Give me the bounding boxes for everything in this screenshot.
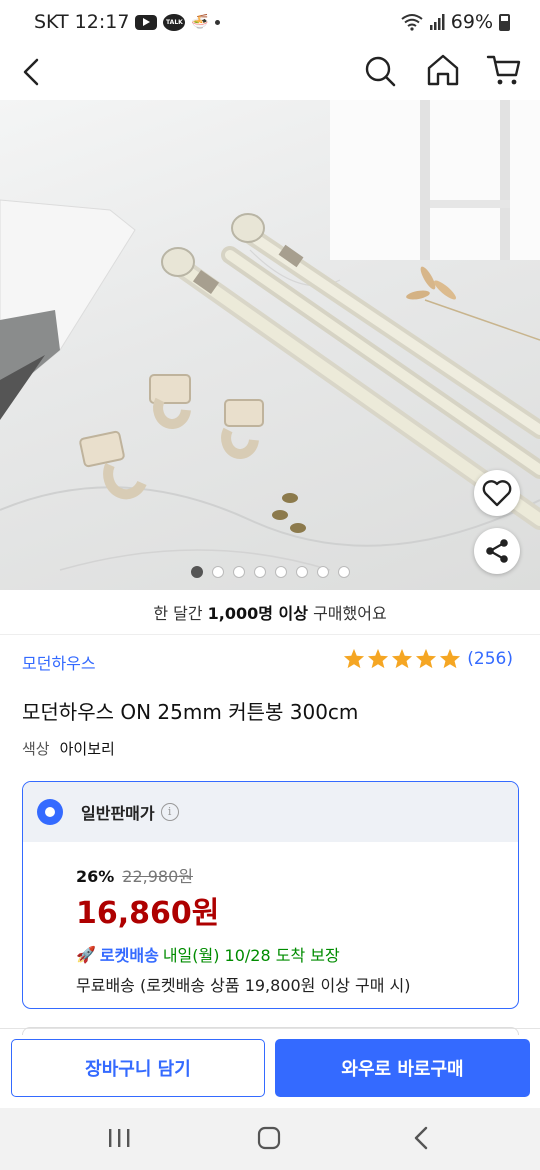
sold-suffix: 구매했어요 — [308, 604, 387, 623]
sold-prefix: 한 달간 — [153, 604, 208, 623]
brand-link[interactable]: 모던하우스 — [22, 650, 96, 674]
pager-dot[interactable] — [232, 566, 245, 578]
discount-rate: 26% — [76, 867, 115, 886]
buy-now-button[interactable]: 와우로 바로구매 — [275, 1039, 530, 1097]
kakaotalk-notification-icon: TALK — [163, 13, 186, 31]
sold-count: 1,000명 이상 — [207, 604, 308, 623]
price-option-card[interactable]: 일반판매가 i 26% 22,980원 16,860원 🚀 로켓배송 내일(월)… — [22, 781, 519, 1009]
recent-apps-icon[interactable] — [106, 1126, 132, 1150]
info-icon[interactable]: i — [160, 803, 179, 821]
product-title: 모던하우스 ON 25mm 커튼봉 300cm — [22, 700, 359, 724]
delivery-estimate: 내일(월) 10/28 도착 보장 — [162, 946, 340, 965]
star-icon — [368, 648, 389, 669]
rocket-delivery-label: 로켓배송 — [99, 946, 159, 965]
back-arrow-icon[interactable] — [18, 56, 46, 88]
youtube-notification-icon — [135, 14, 158, 30]
pager-dot[interactable] — [316, 566, 329, 578]
carrier-text: SKT — [34, 11, 69, 33]
original-price: 22,980원 — [122, 867, 194, 886]
price-option-header[interactable]: 일반판매가 i — [23, 782, 518, 842]
home-icon[interactable] — [425, 53, 461, 87]
more-notifications-icon — [214, 19, 220, 25]
pager-dot[interactable] — [295, 566, 308, 578]
divider — [0, 634, 540, 635]
discount-row: 26% 22,980원 — [76, 863, 193, 887]
free-shipping-text: 무료배송 (로켓배송 상품 19,800원 이상 구매 시) — [76, 976, 411, 995]
food-notification-icon: 🍜 — [191, 14, 209, 30]
option-row: 색상 아이보리 — [22, 738, 115, 759]
pager-dot[interactable] — [190, 566, 203, 578]
back-nav-icon[interactable] — [410, 1125, 434, 1151]
star-icon — [416, 648, 437, 669]
rating-summary[interactable]: (256) — [343, 648, 513, 669]
star-icon — [344, 648, 365, 669]
pager-dot[interactable] — [211, 566, 224, 578]
final-price: 16,860원 — [76, 896, 220, 931]
carousel-pager[interactable] — [0, 566, 540, 578]
share-icon — [486, 539, 508, 563]
star-icon — [392, 648, 413, 669]
clock-text: 12:17 — [74, 11, 130, 33]
rocket-delivery-row: 🚀 로켓배송 내일(월) 10/28 도착 보장 — [76, 942, 340, 966]
pager-dot[interactable] — [337, 566, 350, 578]
signal-icon — [429, 14, 445, 30]
add-to-cart-button[interactable]: 장바구니 담기 — [11, 1039, 265, 1097]
pager-dot[interactable] — [274, 566, 287, 578]
battery-icon — [499, 13, 510, 31]
battery-percent: 69% — [450, 11, 493, 33]
wishlist-button[interactable] — [474, 470, 520, 516]
option-value: 아이보리 — [59, 740, 115, 758]
wifi-icon — [401, 14, 423, 31]
star-icon — [440, 648, 461, 669]
system-navigation-bar — [0, 1108, 540, 1170]
next-card-edge — [22, 1027, 519, 1035]
search-icon[interactable] — [363, 54, 397, 88]
status-bar: SKT 12:17 TALK 🍜 69% — [0, 0, 540, 46]
product-image-carousel[interactable] — [0, 100, 540, 590]
pager-dot[interactable] — [253, 566, 266, 578]
price-type-label: 일반판매가 — [81, 804, 155, 823]
product-photo — [0, 100, 540, 571]
purchase-count-banner: 한 달간 1,000명 이상 구매했어요 — [0, 600, 540, 624]
option-label: 색상 — [22, 740, 50, 758]
cart-icon[interactable] — [486, 53, 522, 87]
rocket-icon: 🚀 — [76, 944, 96, 964]
review-count[interactable]: (256) — [467, 649, 513, 669]
app-header — [0, 46, 540, 100]
home-nav-icon[interactable] — [256, 1125, 282, 1151]
purchase-action-bar: 장바구니 담기 와우로 바로구매 — [0, 1027, 540, 1108]
heart-icon — [482, 480, 512, 507]
radio-selected-icon[interactable] — [37, 799, 63, 825]
